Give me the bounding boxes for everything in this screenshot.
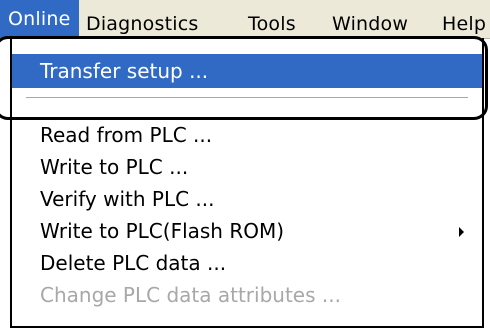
menu-separator xyxy=(26,97,468,99)
online-dropdown-menu: Transfer setup ... Read from PLC ... Wri… xyxy=(10,38,484,328)
menu-item-change-plc-data-attributes: Change PLC data attributes ... xyxy=(40,283,341,307)
menu-item-write-to-plc-flash-rom[interactable]: Write to PLC(Flash ROM) xyxy=(12,214,482,248)
chevron-right-icon xyxy=(459,227,464,237)
menu-online[interactable]: Online xyxy=(0,0,79,38)
menu-item-verify-with-plc[interactable]: Verify with PLC ... xyxy=(12,182,482,216)
menu-bar: Online Diagnostics Tools Window Help xyxy=(0,0,490,39)
menu-item-transfer-setup[interactable]: Transfer setup ... xyxy=(12,54,482,88)
menu-diagnostics[interactable]: Diagnostics xyxy=(86,7,198,41)
menu-window[interactable]: Window xyxy=(332,7,408,41)
menu-item-write-to-plc[interactable]: Write to PLC ... xyxy=(12,150,482,184)
menu-tools[interactable]: Tools xyxy=(248,7,296,41)
menu-item-read-from-plc[interactable]: Read from PLC ... xyxy=(12,118,482,152)
app-window: Online Diagnostics Tools Window Help Tra… xyxy=(0,0,490,330)
menu-help[interactable]: Help xyxy=(442,7,486,41)
menu-item-label: Write to PLC(Flash ROM) xyxy=(40,219,285,243)
menu-item-delete-plc-data[interactable]: Delete PLC data ... xyxy=(12,246,482,280)
